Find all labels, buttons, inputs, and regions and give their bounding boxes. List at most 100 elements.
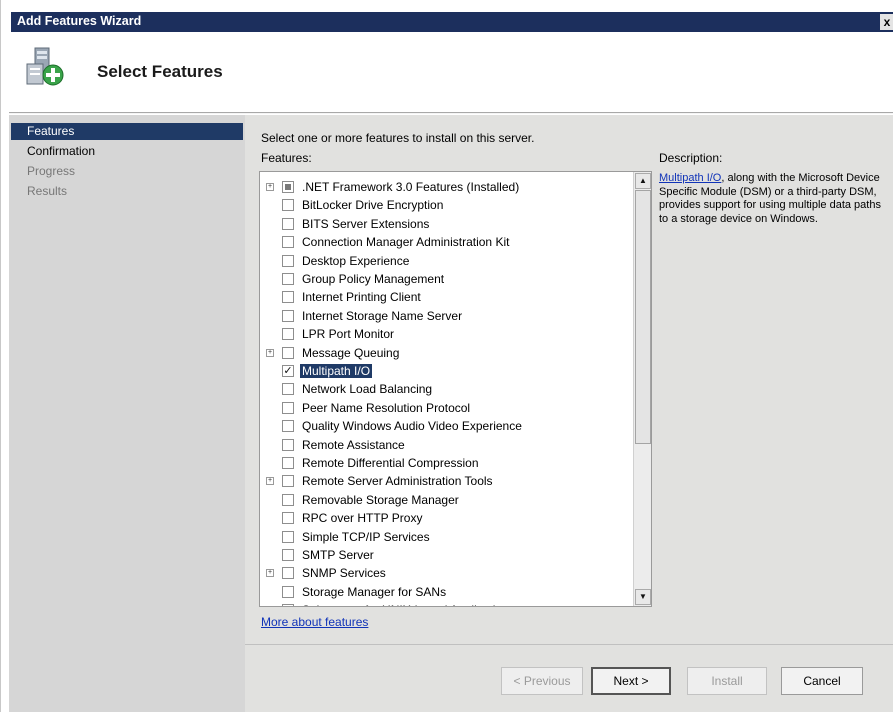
nav-item-features[interactable]: Features: [11, 123, 243, 140]
feature-label[interactable]: Remote Differential Compression: [300, 456, 481, 470]
instruction-text: Select one or more features to install o…: [261, 131, 535, 145]
feature-label[interactable]: Group Policy Management: [300, 272, 446, 286]
install-button[interactable]: Install: [687, 667, 767, 695]
feature-item[interactable]: Internet Printing Client: [260, 288, 634, 306]
feature-checkbox[interactable]: [282, 236, 294, 249]
feature-label[interactable]: Peer Name Resolution Protocol: [300, 401, 472, 415]
feature-label[interactable]: Message Queuing: [300, 346, 401, 360]
features-label: Features:: [261, 151, 312, 165]
feature-label[interactable]: Storage Manager for SANs: [300, 585, 448, 599]
expand-icon[interactable]: +: [266, 569, 274, 578]
feature-item[interactable]: BITS Server Extensions: [260, 215, 634, 233]
feature-label[interactable]: Subsystem for UNIX-based Applications: [300, 603, 517, 606]
wizard-header: Select Features: [9, 34, 893, 112]
nav-item-results: Results: [27, 184, 68, 198]
feature-item[interactable]: Quality Windows Audio Video Experience: [260, 417, 634, 435]
close-button[interactable]: x: [880, 14, 893, 30]
scroll-down-button[interactable]: ▼: [635, 589, 651, 605]
feature-label[interactable]: Connection Manager Administration Kit: [300, 235, 511, 249]
feature-checkbox[interactable]: [282, 457, 294, 469]
feature-item[interactable]: + Remote Server Administration Tools: [260, 472, 634, 490]
feature-label[interactable]: Desktop Experience: [300, 254, 411, 268]
features-wizard-icon: [25, 46, 67, 88]
expand-icon[interactable]: +: [266, 477, 274, 486]
expand-icon[interactable]: +: [266, 348, 274, 357]
feature-label[interactable]: Removable Storage Manager: [300, 493, 461, 507]
feature-label[interactable]: Quality Windows Audio Video Experience: [300, 419, 524, 433]
more-about-features-link[interactable]: More about features: [261, 615, 368, 629]
feature-label[interactable]: RPC over HTTP Proxy: [300, 511, 424, 525]
feature-item[interactable]: Connection Manager Administration Kit: [260, 233, 634, 251]
feature-checkbox[interactable]: [282, 567, 294, 580]
feature-checkbox[interactable]: [282, 530, 294, 543]
feature-label[interactable]: .NET Framework 3.0 Features (Installed): [300, 180, 521, 194]
feature-checkbox[interactable]: ✓: [282, 365, 294, 377]
feature-item[interactable]: RPC over HTTP Proxy: [260, 509, 634, 527]
feature-item[interactable]: Group Policy Management: [260, 270, 634, 288]
expand-icon[interactable]: +: [266, 183, 274, 191]
feature-label[interactable]: SMTP Server: [300, 548, 376, 562]
features-scrollbar[interactable]: ▲ ▼: [633, 172, 651, 606]
feature-checkbox[interactable]: [282, 604, 294, 606]
feature-label[interactable]: Network Load Balancing: [300, 382, 434, 396]
feature-item[interactable]: Remote Differential Compression: [260, 454, 634, 472]
feature-label[interactable]: SNMP Services: [300, 566, 388, 580]
feature-item[interactable]: + .NET Framework 3.0 Features (Installed): [260, 178, 634, 196]
feature-label[interactable]: LPR Port Monitor: [300, 327, 396, 341]
nav-item-confirmation[interactable]: Confirmation: [11, 143, 243, 160]
feature-checkbox[interactable]: [282, 346, 294, 359]
feature-checkbox[interactable]: [282, 401, 294, 414]
title-bar-strip: Add Features Wizard: [11, 12, 893, 32]
feature-label[interactable]: BITS Server Extensions: [300, 217, 431, 231]
previous-button[interactable]: < Previous: [501, 667, 583, 695]
scroll-up-button[interactable]: ▲: [635, 173, 651, 189]
feature-label[interactable]: BitLocker Drive Encryption: [300, 198, 445, 212]
nav-item-progress: Progress: [27, 164, 76, 178]
scroll-thumb[interactable]: [635, 190, 651, 444]
feature-checkbox[interactable]: [282, 438, 294, 451]
cancel-button[interactable]: Cancel: [781, 667, 863, 695]
feature-item[interactable]: ✓ Multipath I/O: [260, 362, 634, 380]
feature-item[interactable]: Simple TCP/IP Services: [260, 528, 634, 546]
feature-checkbox[interactable]: [282, 273, 294, 285]
feature-checkbox[interactable]: [282, 181, 294, 193]
feature-checkbox[interactable]: [282, 254, 294, 267]
feature-label[interactable]: Remote Server Administration Tools: [300, 474, 495, 488]
feature-checkbox[interactable]: [282, 420, 294, 433]
feature-item[interactable]: + Message Queuing: [260, 344, 634, 362]
feature-checkbox[interactable]: [282, 291, 294, 304]
title-bar: Add Features Wizard x: [1, 0, 893, 32]
feature-item[interactable]: Storage Manager for SANs: [260, 583, 634, 601]
feature-item[interactable]: Internet Storage Name Server: [260, 307, 634, 325]
feature-checkbox[interactable]: [282, 549, 294, 561]
feature-item[interactable]: LPR Port Monitor: [260, 325, 634, 343]
feature-checkbox[interactable]: [282, 328, 294, 341]
feature-item[interactable]: Network Load Balancing: [260, 380, 634, 398]
feature-label[interactable]: Remote Assistance: [300, 438, 407, 452]
feature-checkbox[interactable]: [282, 512, 294, 525]
feature-item[interactable]: Remote Assistance: [260, 436, 634, 454]
feature-item[interactable]: Subsystem for UNIX-based Applications: [260, 601, 634, 606]
feature-label[interactable]: Simple TCP/IP Services: [300, 530, 432, 544]
next-button[interactable]: Next >: [591, 667, 671, 695]
feature-item[interactable]: Removable Storage Manager: [260, 491, 634, 509]
description-link[interactable]: Multipath I/O: [659, 172, 721, 184]
feature-checkbox[interactable]: [282, 475, 294, 488]
feature-label[interactable]: Multipath I/O: [300, 364, 373, 378]
feature-item[interactable]: Desktop Experience: [260, 252, 634, 270]
feature-checkbox[interactable]: [282, 309, 294, 322]
feature-checkbox[interactable]: [282, 217, 294, 230]
feature-label[interactable]: Internet Printing Client: [300, 290, 423, 304]
description-label: Description:: [659, 151, 723, 165]
feature-label[interactable]: Internet Storage Name Server: [300, 309, 464, 323]
feature-item[interactable]: SMTP Server: [260, 546, 634, 564]
wizard-footer: < Previous Next > Install Cancel: [245, 644, 893, 712]
feature-item[interactable]: Peer Name Resolution Protocol: [260, 399, 634, 417]
feature-checkbox[interactable]: [282, 383, 294, 396]
feature-item[interactable]: + SNMP Services: [260, 564, 634, 582]
feature-checkbox[interactable]: [282, 199, 294, 212]
feature-checkbox[interactable]: [282, 585, 294, 598]
feature-item[interactable]: BitLocker Drive Encryption: [260, 196, 634, 214]
feature-checkbox[interactable]: [282, 493, 294, 506]
features-list[interactable]: ▲ ▼ + .NET Framework 3.0 Features (Instal…: [259, 171, 652, 607]
